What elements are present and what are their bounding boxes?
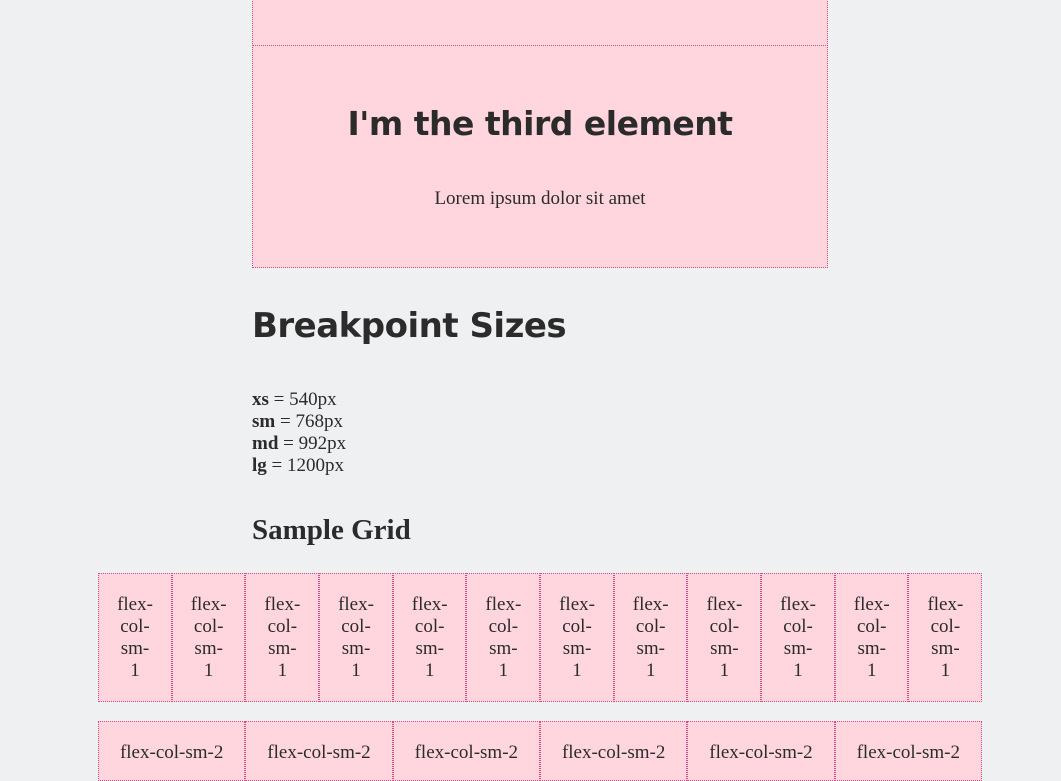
breakpoint-sizes-heading: Breakpoint Sizes — [252, 306, 567, 346]
grid-cell-label-part: 1 — [645, 660, 656, 681]
grid-cell-sm-1: flex-col-sm- 1 — [834, 573, 909, 702]
breakpoint-key: xs — [252, 389, 269, 410]
grid-cell-label-part: sm- — [636, 638, 665, 659]
grid-cell-label-part: col- — [783, 616, 813, 637]
grid-cell-label-part: col- — [635, 616, 666, 637]
grid-cell-label-part: col- — [193, 616, 224, 637]
grid-cell-label-part: sm- — [489, 638, 518, 659]
grid-cell-label-part: sm- — [415, 638, 444, 659]
grid-cell-label-part: flex- — [264, 594, 301, 615]
grid-cell-sm-1: flex-col-sm- 1 — [245, 573, 320, 702]
grid-cell-sm-2: flex-col-sm-2 — [98, 721, 246, 781]
grid-cell-label-part: flex- — [927, 594, 964, 615]
grid-cell-label-part: sm- — [194, 638, 223, 659]
grid-cell-sm-1: flex-col-sm- 1 — [761, 573, 835, 702]
grid-cell-label-part: col- — [414, 616, 445, 637]
grid-cell-label-part: col- — [709, 616, 740, 637]
breakpoint-list: xs = 540px sm = 768px md = 992px lg = 12… — [252, 389, 346, 477]
third-element-box: I'm the third element Lorem ipsum dolor … — [252, 45, 828, 268]
grid-cell-sm-2: flex-col-sm-2 — [687, 721, 835, 781]
grid-row-sm-1: flex-col-sm- 1 flex-col-sm- 1 flex-col-sm- 1 f… — [98, 573, 983, 702]
grid-cell-label-part: sm- — [120, 638, 150, 659]
breakpoint-item-xs: xs = 540px — [252, 389, 346, 411]
grid-cell-label-part: sm- — [783, 638, 813, 659]
breakpoint-key: lg — [252, 455, 267, 476]
grid-cell-label-part: 1 — [130, 660, 140, 681]
grid-cell-label-part: col- — [856, 616, 887, 637]
grid-cell-label-part: flex- — [411, 594, 448, 615]
grid-cell-label-part: flex- — [485, 594, 522, 615]
grid-cell-label-part: 1 — [793, 660, 803, 681]
grid-cell-sm-1: flex-col-sm- 1 — [613, 573, 688, 702]
grid-cell-label-part: 1 — [866, 660, 877, 681]
grid-cell-sm-1: flex-col-sm- 1 — [908, 573, 983, 702]
grid-cell-label-part: flex- — [338, 594, 374, 615]
grid-cell-label-part: sm- — [931, 638, 960, 659]
grid-cell-label-part: flex- — [853, 594, 890, 615]
breakpoint-value: = 1200px — [266, 455, 344, 476]
breakpoint-value: = 540px — [268, 389, 337, 410]
breakpoint-item-sm: sm = 768px — [252, 411, 346, 433]
grid-cell-sm-2: flex-col-sm-2 — [245, 721, 393, 781]
grid-cell-sm-1: flex-col-sm- 1 — [466, 573, 541, 702]
grid-cell-sm-1: flex-col-sm- 1 — [687, 573, 762, 702]
grid-cell-label-part: sm- — [268, 638, 297, 659]
grid-cell-sm-1: flex-col-sm- 1 — [98, 573, 172, 702]
grid-cell-label-part: sm- — [857, 638, 886, 659]
grid-cell-sm-2: flex-col-sm-2 — [834, 721, 982, 781]
grid-cell-label-part: 1 — [719, 660, 730, 681]
previous-element-box — [252, 0, 828, 46]
grid-cell-label-part: col- — [488, 616, 519, 637]
grid-cell-label-part: 1 — [940, 660, 951, 681]
grid-cell-sm-1: flex-col-sm- 1 — [171, 573, 246, 702]
grid-row-sm-2: flex-col-sm-2 flex-col-sm-2 flex-col-sm-2 f… — [98, 721, 982, 781]
breakpoint-item-lg: lg = 1200px — [252, 455, 346, 477]
grid-cell-sm-1: flex-col-sm- 1 — [392, 573, 467, 702]
grid-cell-label-part: col- — [341, 616, 371, 637]
breakpoint-key: sm — [252, 411, 276, 432]
grid-cell-label-part: sm- — [710, 638, 739, 659]
breakpoint-key: md — [252, 433, 279, 454]
grid-cell-label-part: sm- — [562, 638, 592, 659]
grid-cell-label-part: 1 — [572, 660, 582, 681]
grid-cell-label-part: col- — [930, 616, 961, 637]
grid-cell-label-part: sm- — [341, 638, 371, 659]
grid-cell-label-part: col- — [562, 616, 592, 637]
grid-cell-sm-2: flex-col-sm-2 — [392, 721, 540, 781]
grid-cell-sm-2: flex-col-sm-2 — [539, 721, 688, 781]
grid-cell-label-part: flex- — [117, 594, 153, 615]
grid-cell-label-part: 1 — [498, 660, 509, 681]
third-element-text: Lorem ipsum dolor sit amet — [434, 188, 646, 209]
grid-cell-label-part: col- — [120, 616, 150, 637]
breakpoint-value: = 992px — [278, 433, 347, 454]
breakpoint-value: = 768px — [275, 411, 343, 432]
grid-cell-sm-1: flex-col-sm- 1 — [319, 573, 393, 702]
grid-cell-sm-1: flex-col-sm- 1 — [540, 573, 614, 702]
breakpoint-item-md: md = 992px — [252, 433, 346, 455]
grid-cell-label-part: flex- — [706, 594, 743, 615]
grid-cell-label-part: 1 — [424, 660, 435, 681]
grid-cell-label-part: col- — [267, 616, 298, 637]
grid-cell-label-part: flex- — [559, 594, 595, 615]
grid-cell-label-part: flex- — [190, 594, 227, 615]
grid-cell-label-part: 1 — [277, 660, 288, 681]
grid-cell-label-part: flex- — [780, 594, 816, 615]
grid-cell-label-part: 1 — [351, 660, 361, 681]
grid-cell-label-part: 1 — [203, 660, 214, 681]
grid-cell-label-part: flex- — [632, 594, 669, 615]
sample-grid-heading: Sample Grid — [252, 514, 411, 546]
third-element-heading: I'm the third element — [347, 104, 733, 143]
